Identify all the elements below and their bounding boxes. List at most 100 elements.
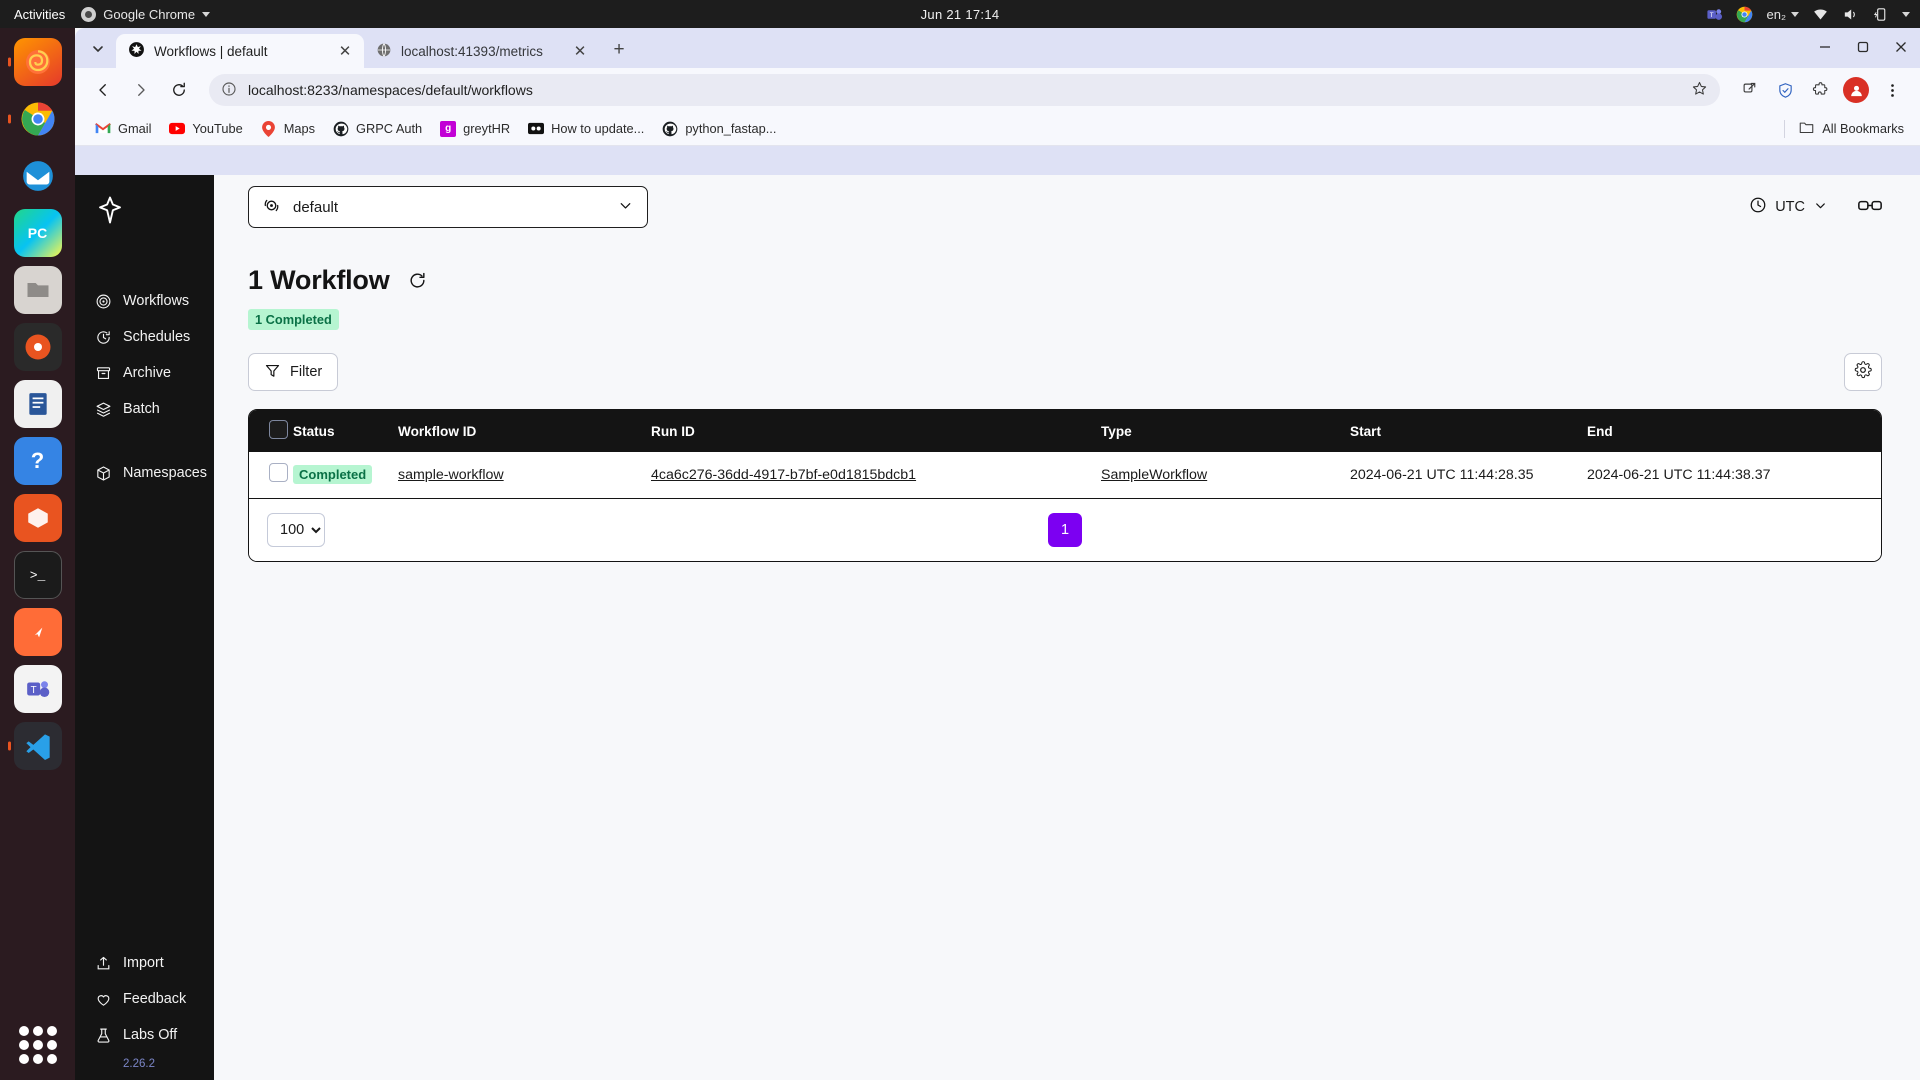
sidebar-item-schedules[interactable]: Schedules (75, 319, 214, 355)
bookmark-grpc-auth[interactable]: GRPC Auth (325, 117, 430, 141)
bookmark-star-icon[interactable] (1691, 80, 1708, 100)
sidebar-item-batch[interactable]: Batch (75, 391, 214, 427)
filter-button[interactable]: Filter (248, 353, 339, 391)
gnome-top-bar: Activities Google Chrome Jun 21 17:14 T … (0, 0, 1920, 28)
reload-icon[interactable] (163, 74, 195, 106)
bookmark-python-fastapi[interactable]: python_fastap... (654, 117, 784, 141)
page-size-select[interactable]: 100 250 500 (267, 512, 325, 547)
dock-rhythmbox-icon[interactable] (13, 323, 62, 371)
select-all-checkbox[interactable] (269, 420, 288, 439)
bookmark-label: GRPC Auth (356, 121, 423, 136)
bookmark-gmail[interactable]: Gmail (87, 117, 159, 141)
namespace-bar: default UTC (214, 175, 1920, 239)
dock-chrome-icon[interactable] (7, 95, 62, 143)
profile-icon[interactable] (1843, 77, 1869, 103)
dock-pycharm-icon[interactable]: PC (13, 209, 62, 257)
teams-tray-icon[interactable]: T (1706, 6, 1723, 23)
sidebar-item-import[interactable]: Import (75, 945, 214, 981)
sidebar-item-workflows[interactable]: Workflows (75, 283, 214, 319)
glasses-icon[interactable] (1858, 197, 1882, 218)
namespaces-cube-icon (94, 464, 112, 482)
dock-postman-icon[interactable] (13, 608, 62, 656)
bookmark-how-to-update[interactable]: How to update... (520, 117, 652, 141)
table-header-row: Status Workflow ID Run ID Type Start End (249, 410, 1881, 452)
dock-firefox-icon[interactable] (7, 38, 62, 86)
back-icon[interactable] (87, 74, 119, 106)
dock-teams-icon[interactable]: T (13, 665, 62, 713)
dock-vscode-icon[interactable] (7, 722, 62, 770)
sidebar-item-archive[interactable]: Archive (75, 355, 214, 391)
cell-start: 2024-06-21 UTC 11:44:28.35 (1350, 466, 1534, 483)
column-header-run-id[interactable]: Run ID (651, 410, 1101, 452)
row-checkbox[interactable] (269, 463, 288, 483)
activities-button[interactable]: Activities (0, 7, 81, 22)
workflow-id-link[interactable]: sample-workflow (398, 467, 504, 483)
system-menu-caret-icon[interactable] (1902, 11, 1910, 17)
info-circle-icon[interactable] (221, 81, 237, 100)
sidebar-item-label: Import (123, 955, 164, 971)
extensions-icon[interactable] (1804, 74, 1836, 106)
table-row[interactable]: Completed sample-workflow 4ca6c276-36dd-… (249, 452, 1881, 498)
shield-icon[interactable] (1769, 74, 1801, 106)
dock-ubuntu-software-icon[interactable] (13, 494, 62, 542)
tab-search-button[interactable] (84, 35, 112, 63)
cell-workflow-id: sample-workflow (398, 452, 651, 498)
bookmark-label: python_fastap... (685, 121, 777, 136)
timezone-button[interactable]: UTC (1749, 196, 1828, 218)
sidebar-item-feedback[interactable]: Feedback (75, 981, 214, 1017)
github-icon (333, 121, 349, 137)
forward-icon[interactable] (125, 74, 157, 106)
chrome-tray-icon[interactable] (1736, 6, 1753, 23)
folder-icon (1799, 120, 1814, 138)
temporal-logo-icon[interactable] (75, 189, 214, 259)
share-icon[interactable] (1734, 74, 1766, 106)
page-button-1[interactable]: 1 (1048, 512, 1082, 547)
namespace-bar-actions: UTC (1749, 196, 1882, 218)
column-header-start[interactable]: Start (1350, 410, 1587, 452)
close-icon[interactable]: ✕ (336, 42, 354, 60)
maps-pin-icon (261, 120, 277, 137)
show-applications-icon[interactable] (18, 1026, 57, 1064)
maximize-button[interactable] (1852, 36, 1874, 58)
menu-icon[interactable] (1876, 74, 1908, 106)
dock-files-icon[interactable] (13, 266, 62, 314)
new-tab-button[interactable]: + (605, 36, 633, 64)
close-button[interactable] (1890, 36, 1912, 58)
bookmark-maps[interactable]: Maps (253, 117, 323, 141)
table-settings-button[interactable] (1844, 353, 1882, 391)
language-indicator[interactable]: en₂ (1766, 7, 1799, 22)
column-header-end[interactable]: End (1587, 410, 1881, 452)
refresh-icon[interactable] (407, 270, 429, 292)
archive-box-icon (94, 364, 112, 382)
url-text[interactable]: localhost:8233/namespaces/default/workfl… (248, 82, 1680, 98)
dock-help-icon[interactable]: ? (13, 437, 62, 485)
dock-thunderbird-icon[interactable] (14, 152, 62, 200)
battery-icon[interactable] (1872, 6, 1889, 23)
globe-icon (376, 42, 392, 61)
workflow-type-link[interactable]: SampleWorkflow (1101, 467, 1207, 483)
cell-end: 2024-06-21 UTC 11:44:38.37 (1587, 466, 1771, 483)
tab-workflows[interactable]: Workflows | default ✕ (116, 34, 364, 68)
active-app-menu[interactable]: Google Chrome (81, 6, 211, 22)
column-header-status[interactable]: Status (293, 410, 398, 452)
sidebar-item-labs[interactable]: Labs Off (75, 1017, 214, 1053)
volume-icon[interactable] (1842, 6, 1859, 23)
caret-down-icon (202, 11, 211, 17)
dock-terminal-icon[interactable]: >_ (13, 551, 62, 599)
address-bar[interactable]: localhost:8233/namespaces/default/workfl… (209, 74, 1720, 106)
bookmark-youtube[interactable]: YouTube (161, 117, 250, 141)
tab-metrics[interactable]: localhost:41393/metrics ✕ (364, 34, 599, 68)
namespace-select[interactable]: default (248, 186, 648, 228)
sidebar-item-namespaces[interactable]: Namespaces (75, 455, 214, 491)
system-clock[interactable]: Jun 21 17:14 (921, 7, 1000, 22)
all-bookmarks-button[interactable]: All Bookmarks (1784, 119, 1908, 138)
close-icon[interactable]: ✕ (571, 42, 589, 60)
wifi-icon[interactable] (1812, 6, 1829, 23)
dock-libreoffice-writer-icon[interactable] (13, 380, 62, 428)
minimize-button[interactable] (1814, 36, 1836, 58)
bookmark-greythr[interactable]: g greytHR (432, 117, 518, 141)
feedback-heart-icon (94, 990, 112, 1008)
column-header-type[interactable]: Type (1101, 410, 1350, 452)
run-id-link[interactable]: 4ca6c276-36dd-4917-b7bf-e0d1815bdcb1 (651, 467, 916, 483)
column-header-workflow-id[interactable]: Workflow ID (398, 410, 651, 452)
